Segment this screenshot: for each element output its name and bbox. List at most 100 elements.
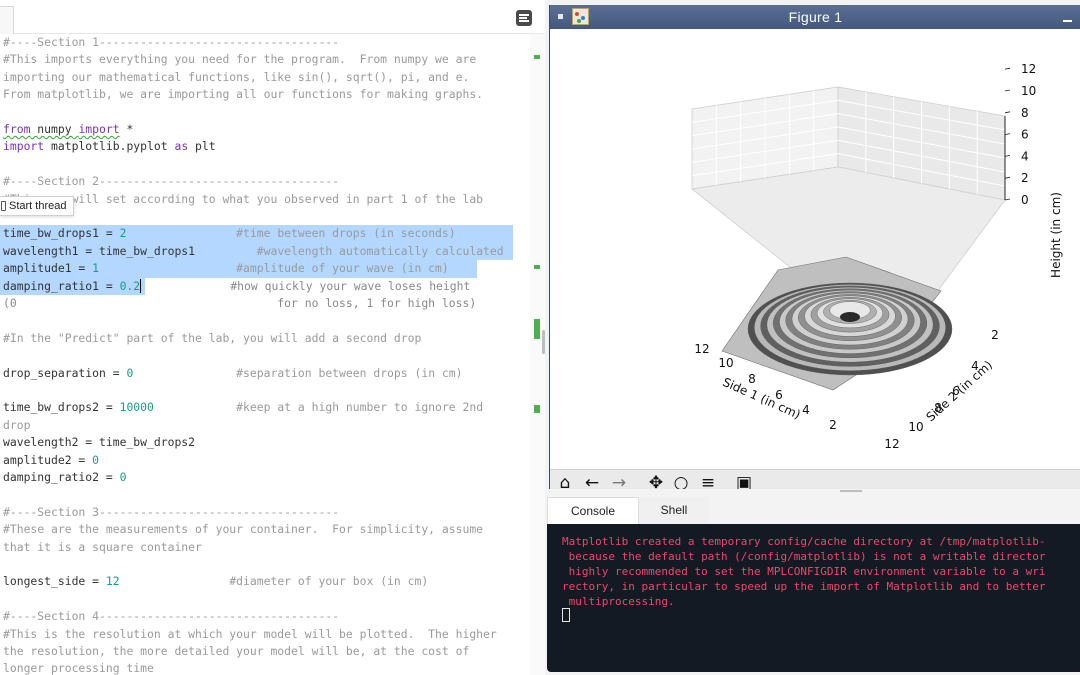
z-tick-label: 10 [1021, 84, 1036, 98]
change-marker [534, 319, 540, 339]
console-line: rectory, in particular to speed up the i… [562, 580, 1046, 593]
code-line: damping_ratio1 = 0.2 #how quickly your w… [3, 278, 470, 295]
console-line: multiprocessing. [562, 595, 675, 608]
code-line: #These are the measurements of your cont… [3, 521, 483, 538]
splitter-handle[interactable] [840, 490, 862, 492]
code-token: time_bw_drops2 = [3, 400, 120, 415]
code-token: #This you will set according to what you… [3, 191, 484, 206]
pan-icon[interactable]: ✥ [646, 474, 666, 489]
editor-tab[interactable] [0, 6, 14, 34]
code-line: #This is the resolution at which your mo… [3, 626, 497, 643]
back-icon[interactable]: ← [582, 474, 602, 489]
editor-scrollbar[interactable] [542, 330, 545, 354]
screen: #----Section 1--------------------------… [0, 0, 1080, 675]
code-token: longest_side = [3, 574, 106, 589]
code-line: amplitude1 = 1 #amplitude of your wave (… [3, 260, 449, 277]
code-token: longer processing time [3, 661, 154, 675]
console-cursor [562, 608, 570, 622]
code-line: wavelength2 = time_bw_drops2 [3, 434, 195, 451]
tab-shell[interactable]: Shell [639, 497, 709, 525]
code-token: * [119, 122, 134, 136]
z-tick-label: 2 [1021, 171, 1029, 185]
home-icon[interactable]: ⌂ [555, 474, 575, 489]
code-token: plt [188, 139, 216, 154]
configure-icon[interactable]: ≡ [698, 474, 718, 489]
code-token: #This imports everything you need for th… [3, 52, 477, 67]
figure-titlebar[interactable]: Figure 1 [550, 5, 1080, 29]
code-line: the resolution, the more detailed your m… [3, 643, 469, 660]
code-token: importing our mathematical functions, li… [3, 69, 470, 84]
side1-tick-label: 10 [718, 356, 733, 370]
code-line: import matplotlib.pyplot as plt [3, 138, 216, 155]
code-line: that it is a square container [3, 539, 202, 556]
code-token: that it is a square container [3, 539, 202, 554]
code-token: drop [3, 417, 31, 432]
z-tick-label: 8 [1021, 106, 1029, 120]
console-output[interactable]: Matplotlib created a temporary config/ca… [547, 524, 1080, 672]
code-token: #----Section 1--------------------------… [3, 35, 340, 49]
y-axis-label: Side 2 (in cm) [924, 358, 996, 424]
code-token: 10000 [119, 400, 154, 415]
start-thread-label: Start thread [9, 200, 67, 212]
code-token: #separation between drops (in cm) [133, 365, 463, 380]
change-gutter [530, 34, 545, 675]
code-line: importing our mathematical functions, li… [3, 69, 469, 86]
plot-area[interactable]: 0 2 4 6 8 10 12 Height (in cm) 12 10 8 6 4 2 Side 1… [550, 29, 1080, 469]
figure-toolbar: ⌂ ← → ✥ ○ ≡ ▣ [550, 469, 1080, 489]
console-panel: Console Shell Matplotlib created a tempo… [547, 494, 1080, 675]
tab-console[interactable]: Console [547, 497, 639, 525]
z-tick-label: 4 [1021, 149, 1029, 163]
code-token: #These are the measurements of your cont… [3, 522, 484, 537]
figure-title: Figure 1 [788, 9, 843, 25]
code-line: #----Section 4--------------------------… [3, 608, 339, 625]
z-tick [1004, 89, 1011, 92]
code-area[interactable]: #----Section 1--------------------------… [0, 34, 530, 675]
side2-tick-label: 2 [991, 328, 999, 342]
zoom-icon[interactable]: ○ [671, 474, 691, 489]
code-line: drop [3, 417, 30, 434]
save-icon[interactable]: ▣ [734, 474, 754, 489]
code-token: (0 for no loss, 1 for high loss) [3, 296, 477, 310]
code-token: drop_separation = [3, 365, 127, 380]
code-token: #----Section 2--------------------------… [3, 174, 340, 189]
figure-window: Figure 1 0 2 4 6 8 10 12 Height (in cm) 12 10 8 6… [549, 5, 1080, 489]
code-token: time_bw_drops1 = [3, 226, 120, 241]
code-token: #diameter of your box (in cm) [119, 574, 429, 589]
surface-plot: 0 2 4 6 8 10 12 Height (in cm) 12 10 8 6 4 2 Side 1… [691, 62, 1063, 451]
minimize-icon[interactable] [1061, 9, 1073, 25]
code-token: 0 [92, 452, 100, 467]
code-token: import [78, 122, 120, 136]
code-token: amplitude1 = [3, 261, 93, 276]
code-token: #----Section 4--------------------------… [3, 609, 340, 624]
z-tick [1004, 67, 1011, 70]
code-line: #This you will set according to what you… [3, 191, 483, 208]
code-token: 0.2 [119, 278, 141, 293]
start-thread-button[interactable]: Start thread [0, 196, 74, 216]
code-line: from numpy import * [3, 121, 133, 138]
code-line: amplitude2 = 0 [3, 452, 99, 469]
code-line: drop_separation = 0 #separation between … [3, 365, 462, 382]
code-token: 0 [119, 470, 127, 484]
z-axis-label: Height (in cm) [1049, 192, 1063, 278]
code-token: #----Section 3--------------------------… [3, 504, 340, 519]
code-line: wavelength1 = time_bw_drops1 #wavelength… [3, 243, 504, 260]
code-line: From matplotlib, we are importing all ou… [3, 86, 483, 103]
code-token: #In the "Predict" part of the lab, you w… [3, 330, 422, 345]
forward-icon[interactable]: → [609, 474, 629, 489]
code-token: wavelength2 = time_bw_drops2 [3, 435, 196, 450]
console-line: Matplotlib created a temporary config/ca… [562, 535, 1046, 548]
surface-peak [840, 312, 860, 322]
code-token: amplitude2 = [3, 452, 93, 467]
side1-tick-label: 12 [694, 342, 709, 356]
code-line: time_bw_drops2 = 10000 #keep at a high n… [3, 399, 483, 416]
editor-toolbar [0, 0, 545, 34]
code-token: #keep at a high number to ignore 2nd [153, 400, 484, 415]
code-token: the resolution, the more detailed your m… [3, 644, 470, 658]
code-line: #----Section 3--------------------------… [3, 504, 339, 521]
code-token: numpy [30, 122, 79, 136]
change-marker [534, 405, 540, 413]
outline-toggle-button[interactable] [516, 10, 532, 26]
code-line: longest_side = 12 #diameter of your box … [3, 573, 428, 590]
code-token: as [174, 139, 189, 154]
code-token: wavelength1 = time_bw_drops1 [3, 243, 257, 258]
